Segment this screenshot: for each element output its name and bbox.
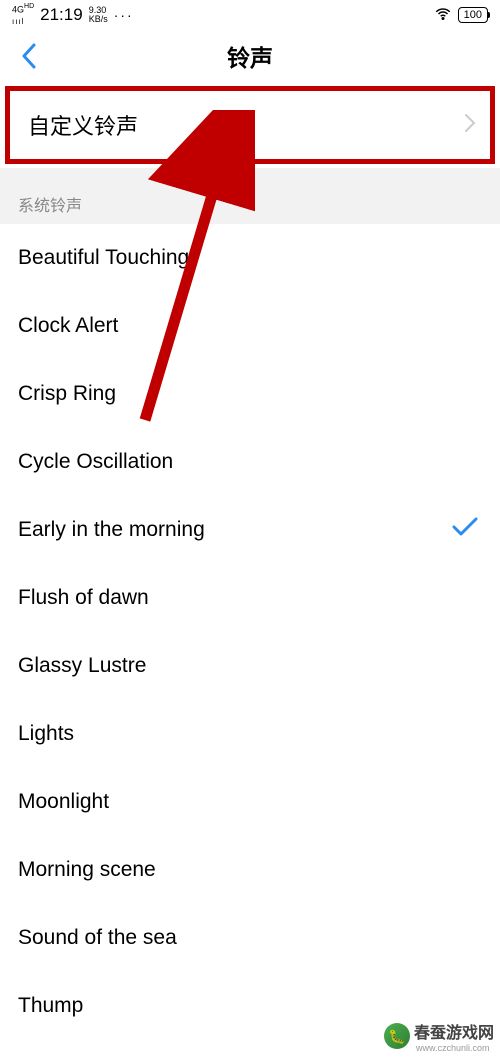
- ringtone-label: Moonlight: [18, 790, 109, 814]
- watermark-logo-icon: 🐛: [384, 1023, 410, 1049]
- checkmark-icon: [452, 517, 478, 543]
- custom-ringtone-label: 自定义铃声: [28, 109, 138, 141]
- watermark-text: 春蚕游戏网: [414, 1019, 494, 1043]
- ringtone-label: Crisp Ring: [18, 382, 116, 406]
- ringtone-label: Beautiful Touching: [18, 246, 189, 270]
- wifi-icon: [434, 5, 452, 26]
- section-header-system: 系统铃声: [0, 182, 500, 224]
- status-right: 100: [434, 5, 488, 26]
- ringtone-item[interactable]: Lights: [0, 700, 500, 768]
- ringtone-label: Glassy Lustre: [18, 654, 146, 678]
- page-header: 铃声: [0, 30, 500, 82]
- ringtone-item[interactable]: Cycle Oscillation: [0, 428, 500, 496]
- data-rate: 9.30KB/s: [89, 6, 108, 24]
- ringtone-item[interactable]: Crisp Ring: [0, 360, 500, 428]
- ringtone-item[interactable]: Sound of the sea: [0, 904, 500, 972]
- ringtone-label: Lights: [18, 722, 74, 746]
- ringtone-item[interactable]: Morning scene: [0, 836, 500, 904]
- ringtone-label: Early in the morning: [18, 518, 205, 542]
- ringtone-item[interactable]: Glassy Lustre: [0, 632, 500, 700]
- ringtone-item[interactable]: Clock Alert: [0, 292, 500, 360]
- watermark-url: www.czchunli.com: [416, 1043, 494, 1053]
- ringtone-item[interactable]: Moonlight: [0, 768, 500, 836]
- signal-indicator: 4GHD ıııl: [12, 3, 34, 28]
- ringtone-label: Cycle Oscillation: [18, 450, 173, 474]
- status-left: 4GHD ıııl 21:19 9.30KB/s ···: [12, 3, 134, 28]
- more-icon: ···: [114, 7, 134, 23]
- ringtone-item[interactable]: Early in the morning: [0, 496, 500, 564]
- watermark: 🐛 春蚕游戏网 www.czchunli.com: [384, 1019, 494, 1053]
- ringtone-list: Beautiful Touching Clock Alert Crisp Ring C…: [0, 224, 500, 1040]
- clock-time: 21:19: [40, 5, 83, 25]
- custom-ringtone-row[interactable]: 自定义铃声: [5, 86, 495, 164]
- status-bar: 4GHD ıııl 21:19 9.30KB/s ··· 100: [0, 0, 500, 30]
- chevron-right-icon: [464, 113, 476, 138]
- ringtone-item[interactable]: Flush of dawn: [0, 564, 500, 632]
- ringtone-label: Clock Alert: [18, 314, 118, 338]
- back-button[interactable]: [14, 41, 44, 71]
- ringtone-label: Flush of dawn: [18, 586, 149, 610]
- ringtone-label: Sound of the sea: [18, 926, 177, 950]
- ringtone-label: Morning scene: [18, 858, 156, 882]
- page-title: 铃声: [0, 39, 500, 73]
- battery-indicator: 100: [458, 7, 488, 23]
- ringtone-label: Thump: [18, 994, 83, 1018]
- ringtone-item[interactable]: Beautiful Touching: [0, 224, 500, 292]
